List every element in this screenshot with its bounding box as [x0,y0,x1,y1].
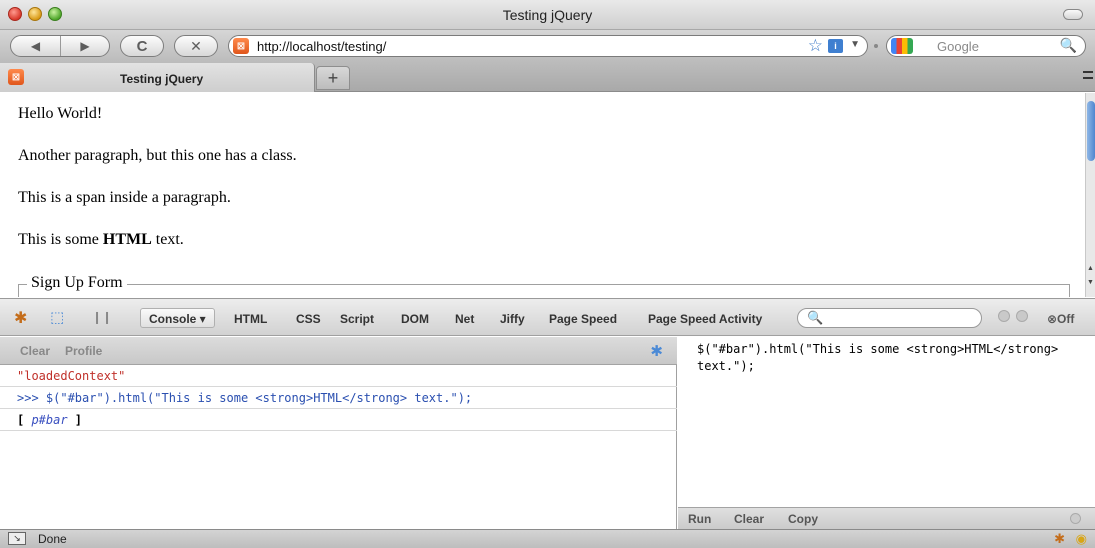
tab-css[interactable]: CSS [296,312,321,326]
copy-button[interactable]: Copy [788,512,818,526]
status-bar: ↘ Done ✱ ◉ [0,529,1095,548]
bar-strong: HTML [102,231,152,248]
site-favicon-icon: ⊠ [233,38,249,54]
command-editor-input[interactable]: $("#bar").html("This is some <strong>HTM… [697,341,1089,375]
command-editor-footer: Run Clear Copy [678,507,1095,529]
forward-button[interactable]: ▶ [60,36,109,56]
editor-clear-button[interactable]: Clear [734,512,764,526]
bar-paragraph: This is some HTML text. [18,231,184,249]
tab-jiffy[interactable]: Jiffy [500,312,525,326]
toolbar-toggle-button[interactable] [1063,9,1083,20]
search-engine-icon[interactable] [891,38,913,54]
search-bar[interactable]: Google 🔍 [886,35,1086,57]
reload-button[interactable]: C [120,35,164,57]
element-link[interactable]: p#bar [31,413,67,427]
firebug-off-button[interactable]: ⊗Off [1047,312,1074,326]
tab-testing-jquery[interactable]: ⊠ Testing jQuery [0,63,315,92]
inspect-icon[interactable]: ⬚ [50,308,64,326]
firebug-icon: ✱ [650,343,663,360]
stop-button[interactable]: ✕ [174,35,218,57]
bracket-close: ] [67,413,83,427]
tab-net[interactable]: Net [455,312,474,326]
yslow-icon[interactable]: ◉ [1076,531,1087,547]
search-icon: 🔍 [807,310,824,325]
hello-paragraph: Hello World! [18,105,103,122]
navigation-toolbar: ◀ ▶ C ✕ ⊠ http://localhost/testing/ ☆ i … [0,30,1095,60]
tab-dom[interactable]: DOM [401,312,429,326]
log-row-result: [ p#bar ] [0,409,677,431]
tab-page-speed-activity[interactable]: Page Speed Activity [648,312,762,326]
bar-text-after: text. [151,231,184,248]
tab-html[interactable]: HTML [234,312,267,326]
tab-console[interactable]: Console ▾ [140,308,215,328]
back-arrow-icon: ◀ [30,39,41,53]
stop-icon: ✕ [190,37,202,54]
tab-label: Testing jQuery [120,72,204,86]
bar-text-before: This is some [18,231,103,248]
new-tab-button[interactable]: + [316,66,350,90]
firebug-toolbar: ✱ ⬚ ❙❙ Console ▾ HTML CSS Script DOM Net… [0,298,1095,336]
detach-panel-icon[interactable] [1016,310,1028,322]
bookmark-star-icon[interactable]: ☆ [808,36,823,56]
feed-icon[interactable]: i [828,39,843,53]
minimize-panel-icon[interactable] [998,310,1010,322]
tab-script[interactable]: Script [340,312,374,326]
url-text[interactable]: http://localhost/testing/ [257,39,386,54]
reload-icon: C [136,37,148,55]
status-text: Done [38,532,67,546]
span-paragraph: This is a span inside a paragraph. [18,189,231,206]
console-log-pane: Clear Profile ✱ "loadedContext" >>> $("#… [0,337,677,529]
firebug-status-icon[interactable]: ✱ [1054,531,1065,547]
firebug-search-input[interactable]: 🔍 [797,308,982,328]
scrollbar-thumb[interactable] [1087,101,1095,161]
signup-fieldset: Sign Up Form [18,274,1070,297]
search-icon[interactable]: 🔍 [1060,37,1077,54]
tab-strip: ⊠ Testing jQuery + [0,60,1095,92]
firebug-icon[interactable]: ✱ [14,308,27,328]
command-editor-pane: $("#bar").html("This is some <strong>HTM… [678,337,1095,529]
search-placeholder[interactable]: Google [937,39,979,54]
window-titlebar: Testing jQuery [0,0,1095,30]
console-toolbar: Clear Profile ✱ [0,337,677,365]
back-button[interactable]: ◀ [11,36,60,56]
log-row: "loadedContext" [0,365,677,387]
tab-page-speed[interactable]: Page Speed [549,312,617,326]
signup-legend: Sign Up Form [27,274,127,292]
collapse-editor-icon[interactable] [1070,513,1081,524]
forward-arrow-icon: ▶ [80,39,90,53]
tab-list-icon[interactable] [1083,71,1093,79]
tab-favicon-icon: ⊠ [8,69,24,85]
scroll-up-icon[interactable]: ▲ [1087,265,1094,272]
status-arrow-icon: ↘ [8,532,26,545]
page-content: Hello World! Another paragraph, but this… [0,93,1085,297]
bracket-open: [ [17,413,32,427]
console-profile-button[interactable]: Profile [65,344,102,358]
window-title: Testing jQuery [502,7,593,23]
class-paragraph: Another paragraph, but this one has a cl… [18,147,297,164]
url-bar[interactable]: ⊠ http://localhost/testing/ ☆ i ▼ [228,35,868,57]
log-row-command: >>> $("#bar").html("This is some <strong… [0,387,677,409]
pause-icon[interactable]: ❙❙ [92,310,112,324]
back-forward-group: ◀ ▶ [10,35,110,57]
scroll-down-icon[interactable]: ▼ [1087,279,1094,286]
run-button[interactable]: Run [688,512,711,526]
history-dropdown-icon[interactable]: ▼ [850,39,860,50]
page-vertical-scrollbar[interactable]: ▲ ▼ [1085,93,1095,297]
toolbar-separator [874,44,878,48]
console-clear-button[interactable]: Clear [20,344,50,358]
